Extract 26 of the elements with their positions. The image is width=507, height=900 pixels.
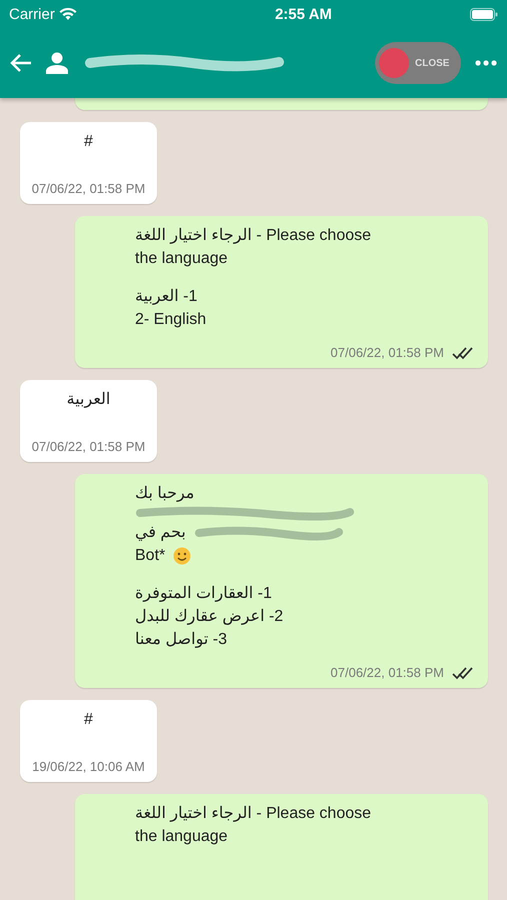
message-text: Bot* <box>135 546 166 566</box>
more-options-button[interactable] <box>475 60 497 66</box>
message-timestamp: 07/06/22, 01:58 PM <box>330 345 444 360</box>
message-text: العربية <box>66 390 110 410</box>
message-timestamp: 19/06/22, 10:06 AM <box>32 759 145 774</box>
message-text: 1- العقارات المتوفرة <box>135 584 272 604</box>
message-text: الرجاء اختيار اللغة - Please choose the language <box>135 226 372 269</box>
message-text: الرجاء اختيار اللغة - Please choose the language <box>135 804 372 847</box>
message-timestamp: 07/06/22, 01:58 PM <box>330 665 444 680</box>
close-toggle[interactable]: CLOSE <box>375 42 461 84</box>
message-timestamp: 07/06/22, 01:58 PM <box>32 181 146 196</box>
clock-time: 2:55 AM <box>274 6 332 22</box>
message-text: بحم في <box>135 523 186 543</box>
back-button[interactable] <box>10 53 32 73</box>
message-text: 2- English <box>135 310 206 330</box>
carrier-label: Carrier <box>9 6 55 22</box>
message-text: # <box>84 710 93 730</box>
person-icon <box>46 52 68 74</box>
message-text: 3- تواصل معنا <box>135 630 227 650</box>
message-text: مرحبا بك <box>135 484 194 504</box>
message-timestamp: 07/06/22, 01:58 PM <box>32 439 146 454</box>
battery-icon <box>470 8 498 20</box>
message-text: # <box>84 132 93 152</box>
message-text: 2- اعرض عقارك للبدل <box>135 607 284 627</box>
wifi-icon <box>58 8 77 20</box>
message-text: 1- العربية <box>135 287 198 307</box>
